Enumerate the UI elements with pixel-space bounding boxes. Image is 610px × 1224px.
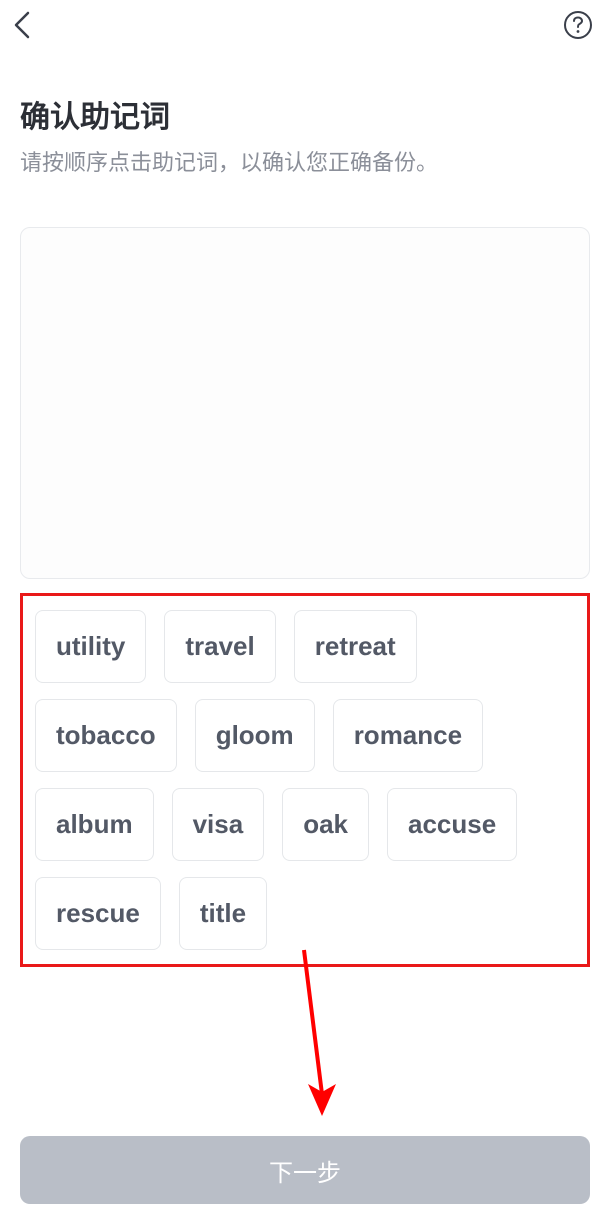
help-icon[interactable] — [562, 9, 594, 41]
page-title: 确认助记词 — [20, 92, 590, 136]
selected-words-box — [20, 227, 590, 579]
header — [0, 0, 610, 50]
next-button-label: 下一步 — [269, 1153, 341, 1188]
page-subtitle: 请按顺序点击助记词，以确认您正确备份。 — [20, 148, 590, 179]
word-chip-oak[interactable]: oak — [282, 788, 369, 861]
word-chip-tobacco[interactable]: tobacco — [35, 699, 177, 772]
next-button[interactable]: 下一步 — [20, 1136, 590, 1204]
word-chip-rescue[interactable]: rescue — [35, 877, 161, 950]
title-section: 确认助记词 请按顺序点击助记词，以确认您正确备份。 — [0, 50, 610, 179]
word-chip-retreat[interactable]: retreat — [294, 610, 417, 683]
word-chip-accuse[interactable]: accuse — [387, 788, 517, 861]
word-chip-travel[interactable]: travel — [164, 610, 275, 683]
word-chip-gloom[interactable]: gloom — [195, 699, 315, 772]
word-chip-romance[interactable]: romance — [333, 699, 483, 772]
word-chip-title[interactable]: title — [179, 877, 267, 950]
word-grid: utility travel retreat tobacco gloom rom… — [23, 610, 587, 950]
word-chip-visa[interactable]: visa — [172, 788, 265, 861]
annotation-outline: utility travel retreat tobacco gloom rom… — [20, 593, 590, 967]
word-chip-album[interactable]: album — [35, 788, 154, 861]
back-icon[interactable] — [8, 11, 36, 39]
word-chip-utility[interactable]: utility — [35, 610, 146, 683]
annotation-arrow-icon — [290, 944, 350, 1129]
